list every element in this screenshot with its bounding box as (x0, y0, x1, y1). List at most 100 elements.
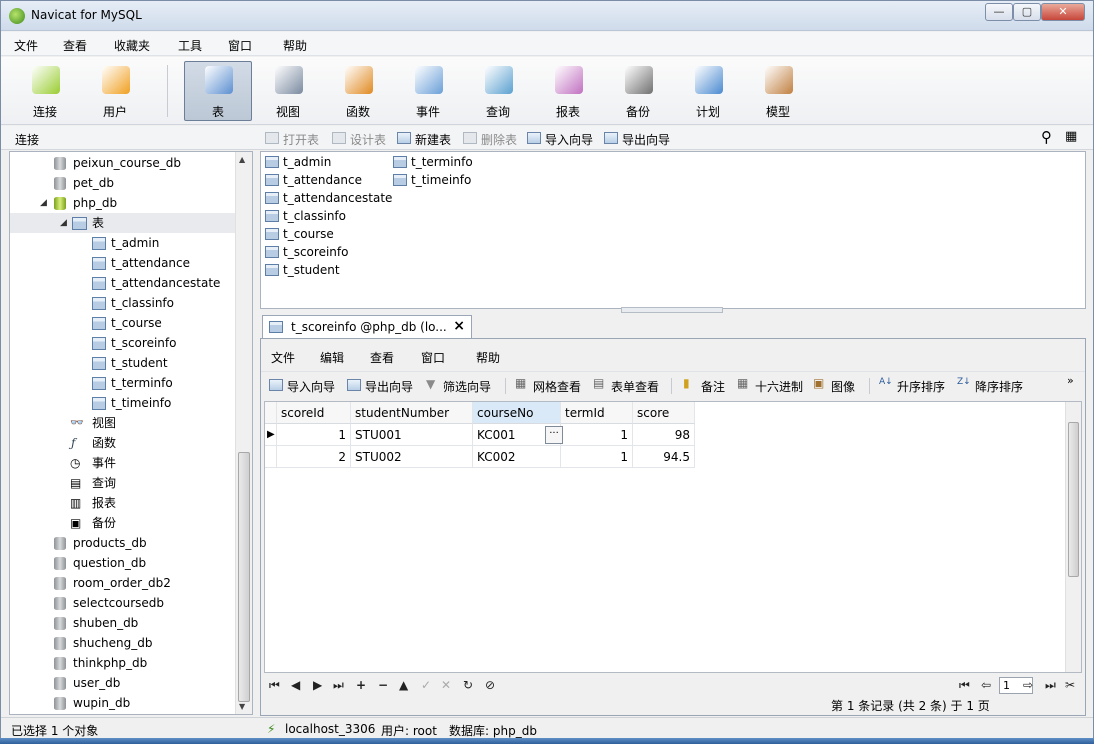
memo-button[interactable]: ▮ 备注 (683, 376, 725, 395)
menu-file[interactable]: 文件 (14, 37, 38, 54)
tree-scrollbar[interactable]: ▲ ▼ (235, 152, 252, 714)
column-header[interactable]: score (633, 402, 695, 424)
discard-icon[interactable]: ✕ (441, 678, 451, 692)
tree-db-item[interactable]: shucheng_db (10, 633, 236, 653)
object-table-item[interactable]: t_timeinfo (391, 171, 471, 189)
tree-events-node[interactable]: ◷ 事件 (10, 453, 236, 473)
tree-backups-node[interactable]: ▣ 备份 (10, 513, 236, 533)
tree-scroll-thumb[interactable] (238, 452, 250, 702)
confirm-icon[interactable]: ✓ (421, 678, 431, 692)
toolbar-report-button[interactable]: 报表 (534, 61, 602, 121)
inner-menu-help[interactable]: 帮助 (476, 349, 500, 366)
tree-table-item[interactable]: t_timeinfo (10, 393, 236, 413)
object-table-item[interactable]: t_classinfo (263, 207, 346, 225)
grid-cell[interactable]: 1 (277, 424, 351, 446)
tree-db-item[interactable]: thinkphp_db (10, 653, 236, 673)
toolbar-schedule-button[interactable]: 计划 (674, 61, 742, 121)
tree-table-item[interactable]: t_classinfo (10, 293, 236, 313)
tree-db-item[interactable]: peixun_course_db (10, 153, 236, 173)
tree-table-item[interactable]: t_student (10, 353, 236, 373)
tree-table-item[interactable]: t_course (10, 313, 236, 333)
toolbar-query-button[interactable]: 查询 (464, 61, 532, 121)
toolbar-connection-button[interactable]: 连接 (11, 61, 79, 121)
tree-db-item[interactable]: products_db (10, 533, 236, 553)
grid-cell[interactable]: 1 (561, 446, 633, 468)
toolbar-overflow-icon[interactable]: » (1067, 374, 1074, 387)
tree-queries-node[interactable]: ▤ 查询 (10, 473, 236, 493)
apply-icon[interactable]: ▲ (399, 678, 408, 692)
prev-record-icon[interactable]: ◀ (291, 678, 300, 692)
filter-wizard-button[interactable]: ▼ 筛选向导 (425, 377, 491, 395)
tree-db-item[interactable]: shuben_db (10, 613, 236, 633)
export-wizard-button[interactable]: 导出向导 (347, 378, 413, 395)
maximize-button[interactable]: ▢ (1013, 3, 1041, 21)
inner-menu-file[interactable]: 文件 (271, 349, 295, 366)
tree-db-item[interactable]: pet_db (10, 173, 236, 193)
scroll-down-icon[interactable]: ▼ (239, 702, 245, 711)
grid-scrollbar[interactable] (1065, 402, 1081, 672)
object-table-item[interactable]: t_attendance (263, 171, 362, 189)
toolbar-user-button[interactable]: 用户 (81, 61, 149, 121)
tab-close-icon[interactable]: × (453, 318, 465, 334)
row-indicator[interactable]: ▶ (265, 424, 277, 446)
tree-db-item-open[interactable]: ◢ php_db (10, 193, 236, 213)
menu-view[interactable]: 查看 (63, 37, 87, 54)
menu-favorites[interactable]: 收藏夹 (114, 37, 150, 54)
inner-menu-window[interactable]: 窗口 (421, 349, 445, 366)
tree-functions-node[interactable]: ƒ 函数 (10, 433, 236, 453)
first-record-icon[interactable]: ⏮ (269, 678, 280, 693)
design-table-button[interactable]: 设计表 (332, 131, 386, 148)
hex-button[interactable]: ▦ 十六进制 (737, 376, 803, 395)
tree-db-item[interactable]: wupin_db (10, 693, 236, 713)
search-icon[interactable]: ⚲ (1041, 128, 1052, 146)
refresh-icon[interactable]: ↻ (463, 678, 473, 692)
grid-cell[interactable]: 1 (561, 424, 633, 446)
form-view-button[interactable]: ▤ 表单查看 (593, 376, 659, 395)
tree-table-item[interactable]: t_attendancestate (10, 273, 236, 293)
grid-view-button[interactable]: ▦ 网格查看 (515, 376, 581, 395)
next-record-icon[interactable]: ▶ (313, 678, 322, 692)
minimize-button[interactable]: — (985, 3, 1013, 21)
grid-cell[interactable]: 98 (633, 424, 695, 446)
tree-table-item[interactable]: t_attendance (10, 253, 236, 273)
toolbar-event-button[interactable]: 事件 (394, 61, 462, 121)
tree-table-item[interactable]: t_terminfo (10, 373, 236, 393)
object-table-item[interactable]: t_scoreinfo (263, 243, 348, 261)
object-table-item[interactable]: t_attendancestate (263, 189, 392, 207)
column-header[interactable]: termId (561, 402, 633, 424)
tree-db-item[interactable]: room_order_db2 (10, 573, 236, 593)
tree-table-item[interactable]: t_scoreinfo (10, 333, 236, 353)
scroll-up-icon[interactable]: ▲ (239, 155, 245, 164)
toolbar-table-button[interactable]: 表 (184, 61, 252, 121)
grid-cell[interactable]: KC002 (473, 446, 561, 468)
toolbar-function-button[interactable]: 函数 (324, 61, 392, 121)
image-button[interactable]: ▣ 图像 (813, 376, 855, 395)
grid-cell[interactable]: 2 (277, 446, 351, 468)
object-table-item[interactable]: t_course (263, 225, 334, 243)
open-table-button[interactable]: 打开表 (265, 131, 319, 148)
sort-ascending-button[interactable]: A↓ 升序排序 (879, 377, 945, 395)
grid-cell[interactable]: STU002 (351, 446, 473, 468)
inner-menu-edit[interactable]: 编辑 (320, 349, 344, 366)
tree-tables-node[interactable]: ◢ 表 (10, 213, 236, 233)
import-wizard-button[interactable]: 导入向导 (269, 378, 335, 395)
first-page-icon[interactable]: ⏮ (959, 678, 970, 693)
grid-scroll-thumb[interactable] (1068, 422, 1079, 577)
grid-view-icon[interactable]: ▦ (1065, 129, 1077, 144)
cell-editor-button[interactable]: ··· (545, 426, 563, 444)
prev-page-icon[interactable]: ⇦ (981, 678, 991, 692)
next-page-icon[interactable]: ⇨ (1023, 678, 1033, 692)
page-settings-icon[interactable]: ✂ (1065, 678, 1075, 692)
sort-descending-button[interactable]: Z↓ 降序排序 (957, 377, 1023, 395)
row-indicator[interactable] (265, 446, 277, 468)
last-record-icon[interactable]: ⏭ (333, 678, 344, 693)
grid-cell[interactable]: STU001 (351, 424, 473, 446)
delete-table-button[interactable]: 删除表 (463, 131, 517, 148)
tree-table-item[interactable]: t_admin (10, 233, 236, 253)
stop-icon[interactable]: ⊘ (485, 678, 495, 692)
tree-db-item[interactable]: selectcoursedb (10, 593, 236, 613)
tree-reports-node[interactable]: ▥ 报表 (10, 493, 236, 513)
menu-tools[interactable]: 工具 (178, 37, 202, 54)
object-table-item[interactable]: t_terminfo (391, 153, 473, 171)
tree-views-node[interactable]: 👓 视图 (10, 413, 236, 433)
